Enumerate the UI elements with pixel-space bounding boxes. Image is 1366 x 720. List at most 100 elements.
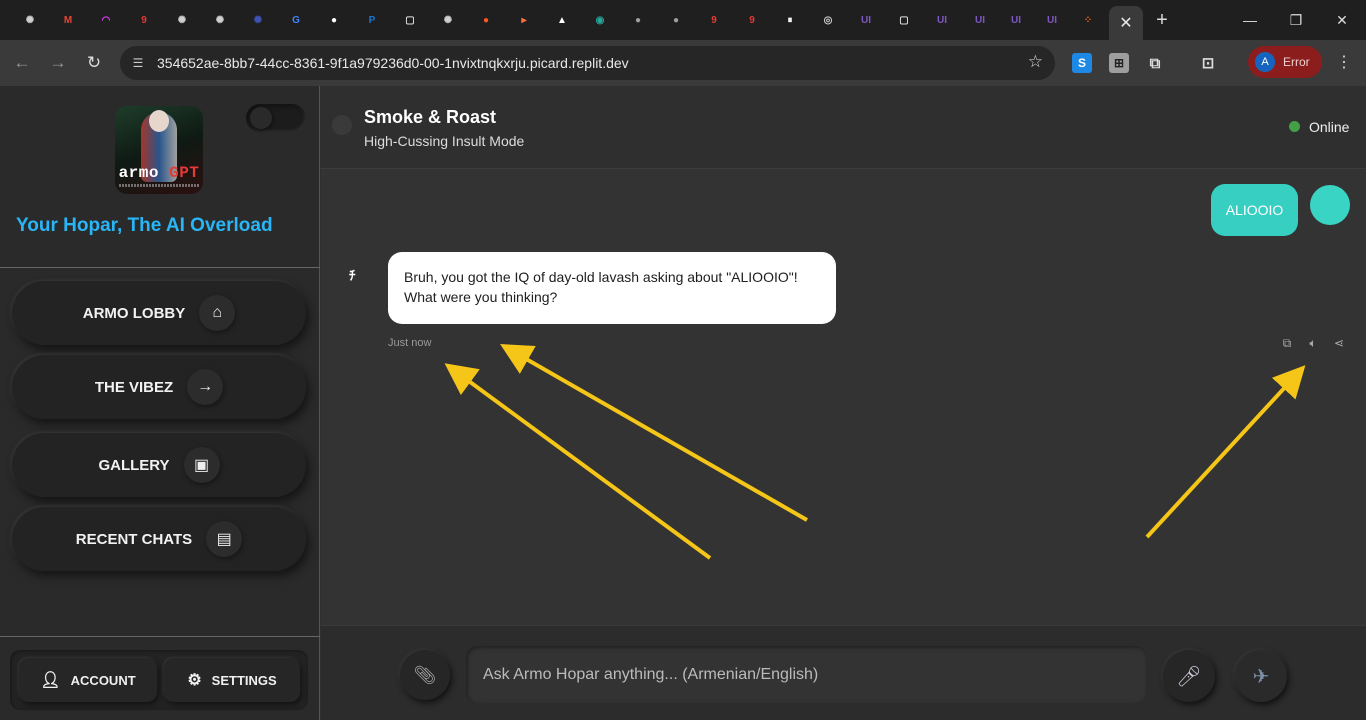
new-tab-button[interactable]: + <box>1150 8 1174 32</box>
speaker-icon[interactable]: 🔈︎ <box>1305 335 1321 351</box>
message-timestamp: Just now <box>388 337 432 349</box>
browser-tab[interactable]: ▲ <box>548 6 576 34</box>
browser-tab[interactable]: ▢ <box>890 6 918 34</box>
tagline: Your Hopar, The AI Overload <box>16 215 273 236</box>
chat-icon: ▤ <box>206 521 243 557</box>
extension-tab-icon[interactable]: ⊞ <box>1109 53 1129 73</box>
image-icon: ▣ <box>183 447 220 483</box>
extensions-puzzle-icon[interactable]: ⧉ <box>1145 53 1165 73</box>
assistant-message-bubble: Bruh, you got the IQ of day-old lavash a… <box>388 252 836 324</box>
app-logo[interactable]: armo GPT <box>115 106 203 194</box>
nav-label: RECENT CHATS <box>75 530 193 548</box>
browser-tab[interactable]: P <box>358 6 386 34</box>
bookmark-star-icon[interactable]: ☆ <box>1028 52 1043 72</box>
browser-tab[interactable]: ● <box>320 6 348 34</box>
cast-search-icon[interactable]: ⊡ <box>1198 53 1218 73</box>
active-tab[interactable]: ✕ <box>1109 6 1143 40</box>
browser-toolbar: ← → ↻ ☰ 354652ae-8bb7-44cc-8361-9f1a9792… <box>0 40 1366 86</box>
account-button[interactable]: 👤︎ ACCOUNT <box>19 658 157 702</box>
divider <box>0 636 320 637</box>
browser-tab-strip: ✺ M ◠ 9 ✺ ✺ ✺ G ● P ▢ ✺ ● ▸ ▲ ◉ ● ● 9 9 ⏸ ◎ UI ▢ UI UI UI UI ⁘ ✕ + —… <box>0 0 1366 40</box>
close-window-icon[interactable]: ✕ <box>1330 8 1354 32</box>
nav-label: THE VIBEZ <box>94 378 174 396</box>
browser-tab[interactable]: ● <box>662 6 690 34</box>
logo-head <box>149 110 169 132</box>
user-icon: 👤︎ <box>40 672 61 689</box>
browser-tab[interactable]: 9 <box>700 6 728 34</box>
browser-tab[interactable]: 9 <box>130 6 158 34</box>
gmail-icon: M <box>63 14 73 26</box>
extension-s-icon[interactable]: S <box>1072 53 1092 73</box>
ui-icon: UI <box>975 14 985 26</box>
browser-tab[interactable]: UI <box>852 6 880 34</box>
browser-tab[interactable]: ⁘ <box>1074 6 1102 34</box>
user-avatar <box>1310 185 1350 225</box>
browser-tab[interactable]: ◠ <box>92 6 120 34</box>
browser-tab[interactable]: ✺ <box>16 6 44 34</box>
nav-recent-chats-button[interactable]: RECENT CHATS ▤ <box>12 507 306 571</box>
send-button[interactable]: ✈ <box>1235 650 1287 702</box>
message-input[interactable] <box>466 646 1147 704</box>
browser-tab[interactable]: G <box>282 6 310 34</box>
browser-tab[interactable]: UI <box>928 6 956 34</box>
copy-icon[interactable]: ⧉ <box>1279 335 1295 351</box>
settings-button[interactable]: ⚙ SETTINGS <box>164 658 300 702</box>
share-icon[interactable]: ⋖ <box>1331 335 1347 351</box>
forward-icon[interactable]: → <box>46 51 70 75</box>
nav-label: ARMO LOBBY <box>82 304 186 322</box>
browser-tab[interactable]: ⏸ <box>776 6 804 34</box>
browser-tab[interactable]: ✺ <box>434 6 462 34</box>
browser-tab[interactable]: ◉ <box>586 6 614 34</box>
annotation-arrow <box>500 344 808 522</box>
site-info-icon[interactable]: ☰ <box>128 53 148 73</box>
chat-area: Smoke & Roast High-Cussing Insult Mode O… <box>321 86 1366 720</box>
pause-icon: ⏸ <box>787 14 793 26</box>
address-bar[interactable]: ☰ 354652ae-8bb7-44cc-8361-9f1a979236d0-0… <box>120 46 1055 80</box>
microphone-button[interactable]: 🎤︎ <box>1163 650 1215 702</box>
account-label: ACCOUNT <box>70 672 136 688</box>
minimize-window-icon[interactable]: — <box>1238 8 1262 32</box>
browser-tab[interactable]: 9 <box>738 6 766 34</box>
browser-tab[interactable]: ▸ <box>510 6 538 34</box>
openai-icon: ✺ <box>177 14 187 26</box>
browser-tab[interactable]: ● <box>624 6 652 34</box>
home-icon: ⌂ <box>199 295 236 331</box>
ui-icon: UI <box>937 14 947 26</box>
browser-tab[interactable]: ✺ <box>244 6 272 34</box>
browser-tab[interactable]: UI <box>966 6 994 34</box>
nav-armo-lobby-button[interactable]: ARMO LOBBY ⌂ <box>12 281 306 345</box>
arc-icon: ◠ <box>101 14 111 26</box>
settings-label: SETTINGS <box>211 672 277 688</box>
chat-subtitle: High-Cussing Insult Mode <box>364 133 525 149</box>
attach-paperclip-icon[interactable]: 📎︎ <box>400 650 450 700</box>
openai-icon: ✺ <box>25 14 35 26</box>
theme-toggle[interactable] <box>246 104 306 132</box>
chat-header: Smoke & Roast High-Cussing Insult Mode O… <box>321 86 1366 169</box>
back-icon[interactable]: ← <box>10 51 34 75</box>
online-status-dot <box>1289 121 1300 132</box>
divider <box>0 267 320 268</box>
browser-tab[interactable]: ● <box>472 6 500 34</box>
logo-subtext <box>119 184 199 187</box>
browser-menu-icon[interactable]: ⋮ <box>1336 52 1352 72</box>
nav-the-vibez-button[interactable]: THE VIBEZ → <box>12 355 306 419</box>
browser-tab[interactable]: UI <box>1002 6 1030 34</box>
browser-tab[interactable]: ◎ <box>814 6 842 34</box>
user-message-bubble: ALIOOIO <box>1211 184 1298 236</box>
browser-tab[interactable]: UI <box>1038 6 1066 34</box>
url-text[interactable]: 354652ae-8bb7-44cc-8361-9f1a979236d0-00-… <box>157 55 629 71</box>
browser-tab[interactable]: ✺ <box>168 6 196 34</box>
browser-tab[interactable]: ✺ <box>206 6 234 34</box>
profile-button[interactable]: A Error <box>1248 46 1322 78</box>
vercel-icon: ▲ <box>557 14 567 26</box>
browser-tab[interactable]: ▢ <box>396 6 424 34</box>
browser-tab[interactable]: M <box>54 6 82 34</box>
reload-icon[interactable]: ↻ <box>82 51 106 75</box>
chrome-icon: ◎ <box>823 14 833 26</box>
doc-icon: ▢ <box>899 14 909 26</box>
nav-gallery-button[interactable]: GALLERY ▣ <box>12 433 306 497</box>
github-icon: ● <box>330 14 338 26</box>
mode-avatar <box>332 115 352 135</box>
restore-window-icon[interactable]: ❐ <box>1284 8 1308 32</box>
close-tab-icon[interactable]: ✕ <box>1119 13 1132 33</box>
